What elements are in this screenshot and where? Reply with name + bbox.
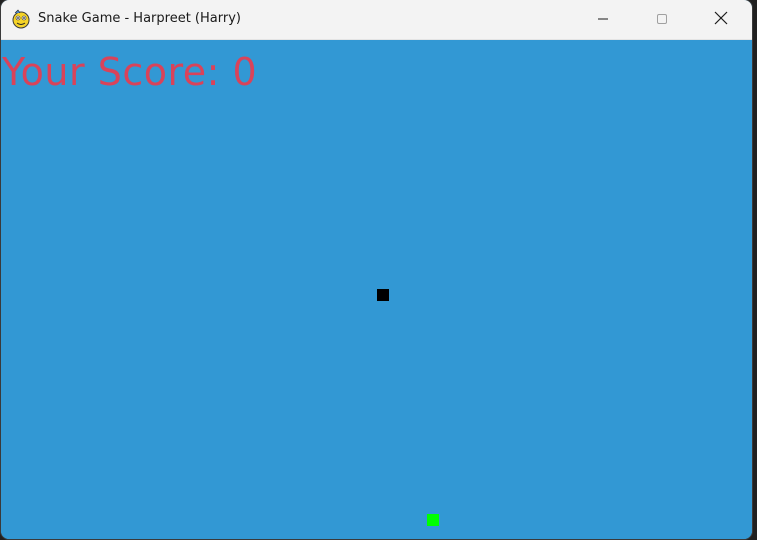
game-window: Snake Game - Harpreet (Harry) Your Score… [1, 0, 752, 539]
title-bar[interactable]: Snake Game - Harpreet (Harry) [1, 0, 752, 40]
window-title: Snake Game - Harpreet (Harry) [38, 11, 241, 26]
maximize-icon [656, 10, 668, 29]
minimize-icon [597, 10, 609, 29]
food-item [427, 514, 439, 526]
game-canvas[interactable]: Your Score: 0 [1, 40, 752, 539]
snake-head [377, 289, 389, 301]
close-icon [714, 10, 728, 29]
pygame-snake-icon [11, 9, 31, 29]
maximize-button[interactable] [633, 0, 691, 39]
minimize-button[interactable] [574, 0, 632, 39]
close-button[interactable] [692, 0, 750, 39]
score-label: Your Score: 0 [2, 50, 258, 94]
